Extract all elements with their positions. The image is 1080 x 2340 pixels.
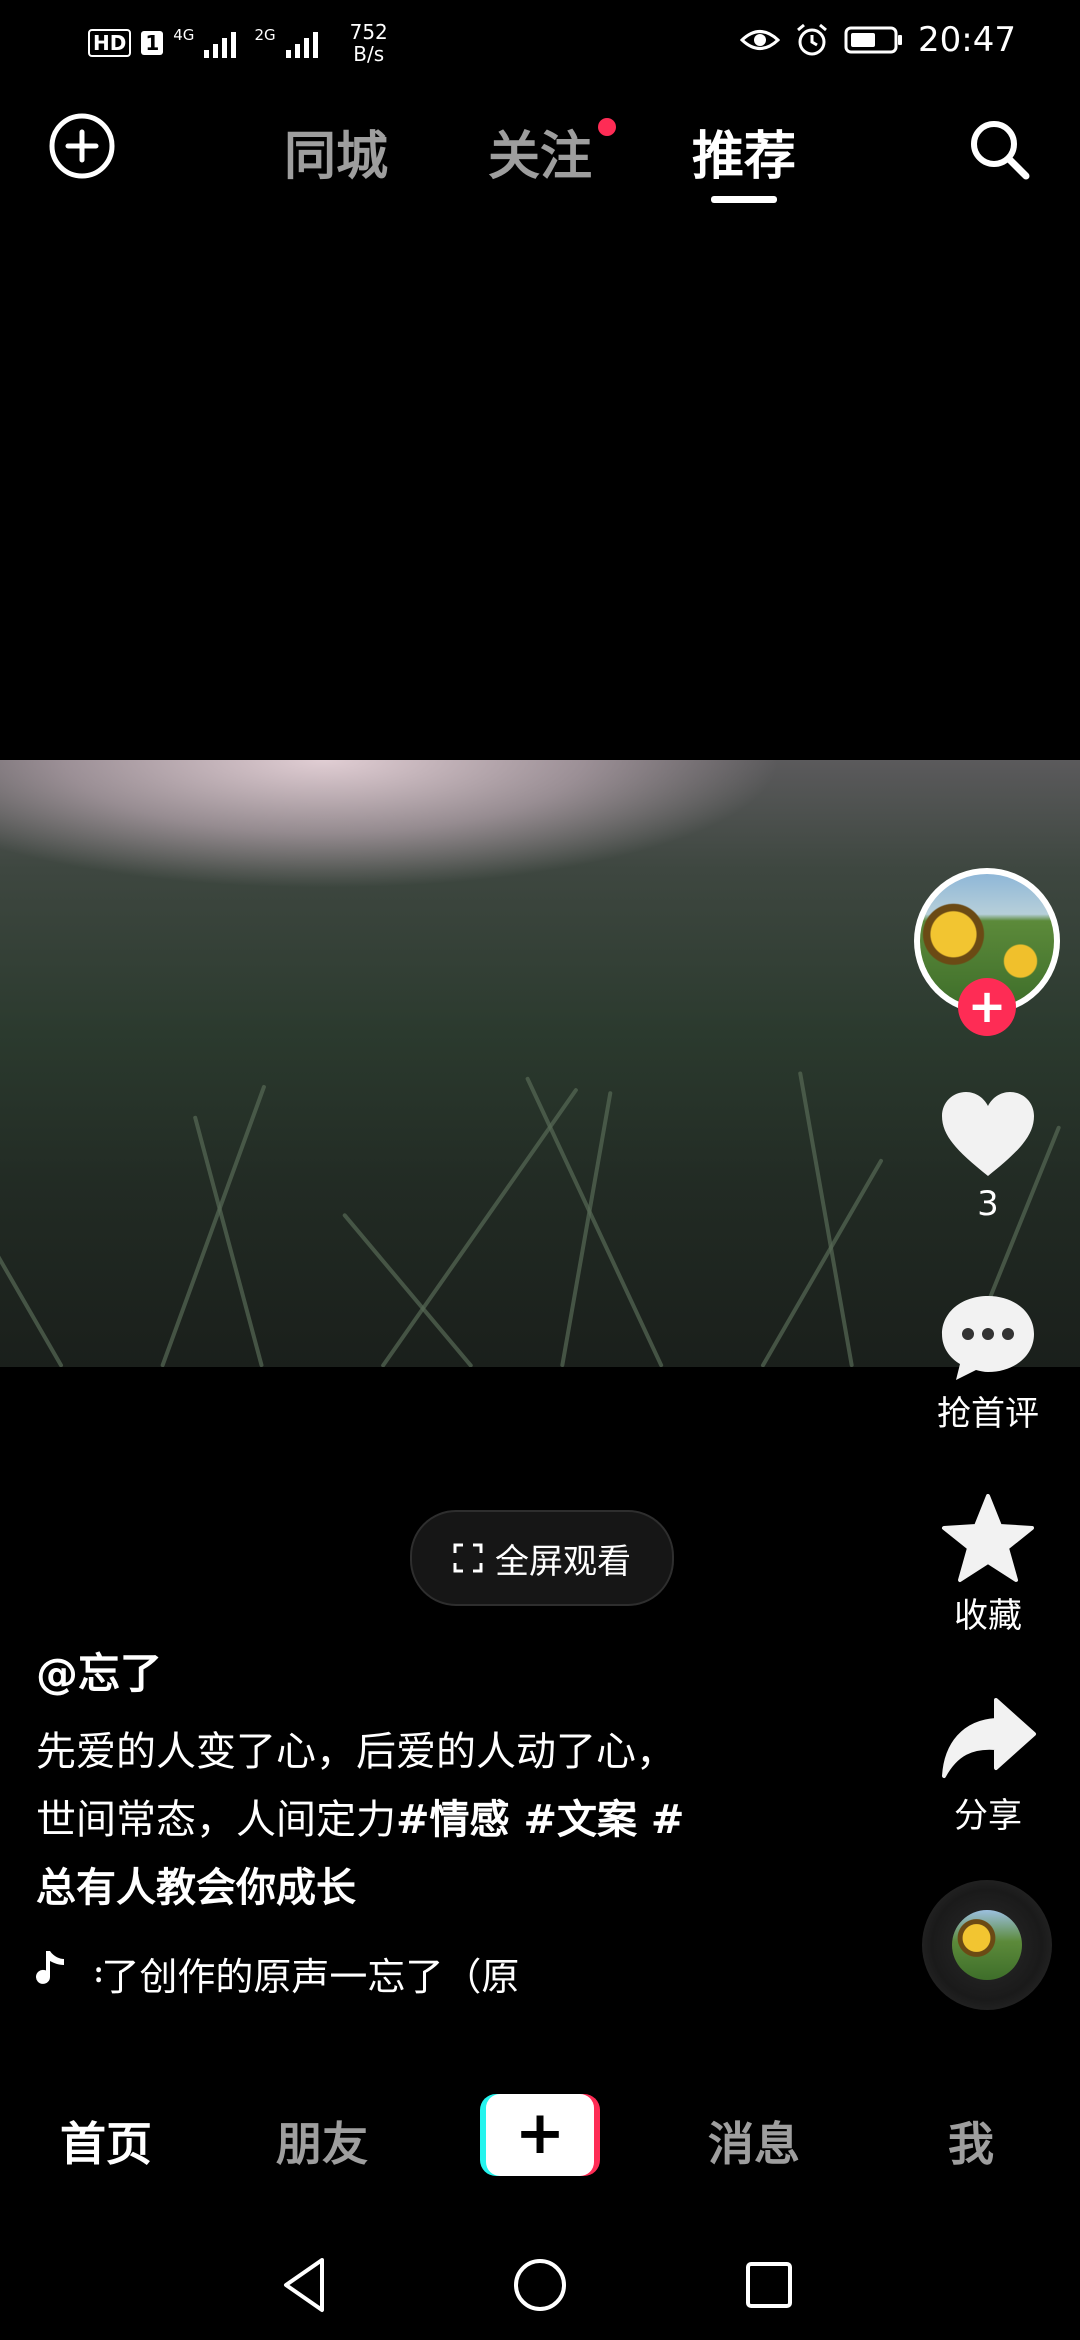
- signal-icon: [285, 32, 318, 58]
- heart-icon: [942, 1092, 1034, 1176]
- back-icon[interactable]: [272, 2250, 342, 2320]
- share-icon: [942, 1698, 1036, 1778]
- comment-label: 抢首评: [937, 1394, 1039, 1434]
- comment-button[interactable]: 抢首评: [920, 1292, 1056, 1435]
- status-left: HD 1 4G 2G 752 B/s: [88, 20, 388, 66]
- notification-dot: [598, 118, 616, 136]
- hd-badge: HD: [88, 29, 132, 57]
- nav-me[interactable]: 我: [948, 2108, 994, 2174]
- network-type-2: 2G: [254, 26, 276, 44]
- active-tab-indicator: [711, 196, 777, 203]
- caption-line-2-text: 世间常态，人间定力: [36, 1797, 396, 1843]
- caption-line-2: 世间常态，人间定力#情感 #文案 #: [36, 1786, 756, 1854]
- grass-blade: [524, 1076, 664, 1367]
- hashtag-group[interactable]: #情感 #文案 #: [396, 1797, 684, 1843]
- username[interactable]: @忘了: [36, 1640, 162, 1701]
- share-label: 分享: [954, 1796, 1022, 1836]
- like-count: 3: [977, 1184, 999, 1224]
- music-note-icon: [36, 1951, 64, 1984]
- like-button[interactable]: 3: [920, 1090, 1056, 1224]
- network-speed-unit: B/s: [353, 42, 385, 66]
- network-type-1: 4G: [173, 26, 195, 44]
- top-nav: 同城 关注 推荐: [0, 100, 1080, 210]
- star-icon: [942, 1494, 1034, 1582]
- nav-home[interactable]: 首页: [60, 2108, 152, 2174]
- bottom-nav: 首页 朋友 + 消息 我: [0, 2080, 1080, 2190]
- nav-friends[interactable]: 朋友: [276, 2108, 368, 2174]
- share-button[interactable]: 分享: [920, 1694, 1056, 1837]
- grass-blade: [0, 1175, 64, 1367]
- music-disc-cover: [952, 1910, 1022, 1980]
- music-row[interactable]: ᠄了创作的原声一忘了（原: [36, 1944, 626, 1999]
- video-player[interactable]: [0, 760, 1080, 1367]
- sim-badge: 1: [141, 31, 164, 55]
- nav-messages[interactable]: 消息: [708, 2108, 800, 2174]
- grass-blade: [341, 1212, 474, 1367]
- tab-local[interactable]: 同城: [284, 114, 388, 189]
- caption: 先爱的人变了心，后爱的人动了心， 世间常态，人间定力#情感 #文案 # 总有人教…: [36, 1718, 756, 1922]
- fullscreen-icon: [453, 1543, 483, 1573]
- fullscreen-button[interactable]: 全屏观看: [410, 1510, 674, 1606]
- comment-icon: [942, 1296, 1034, 1380]
- hashtag-growth[interactable]: 总有人教会你成长: [36, 1854, 756, 1922]
- music-title: ᠄了创作的原声一忘了（原: [86, 1955, 520, 1999]
- caption-line-1: 先爱的人变了心，后爱的人动了心，: [36, 1729, 676, 1775]
- signal-icon: [204, 32, 237, 58]
- status-right: 20:47: [740, 16, 1016, 64]
- system-navigation: [0, 2240, 1080, 2340]
- follow-button[interactable]: +: [958, 978, 1016, 1036]
- grass-blade: [192, 1115, 264, 1367]
- network-speed-value: 752: [349, 20, 388, 44]
- alarm-icon: [797, 23, 827, 56]
- search-icon[interactable]: [966, 116, 1032, 182]
- home-icon[interactable]: [505, 2250, 575, 2320]
- grass-blade: [560, 1090, 613, 1367]
- add-circle-icon[interactable]: [48, 112, 116, 180]
- recents-icon[interactable]: [734, 2250, 804, 2320]
- favorite-button[interactable]: 收藏: [920, 1494, 1056, 1637]
- eye-icon: [740, 30, 781, 50]
- plus-icon: +: [514, 2098, 566, 2168]
- create-button[interactable]: +: [480, 2094, 600, 2176]
- status-bar: HD 1 4G 2G 752 B/s 20:47: [0, 0, 1080, 80]
- fullscreen-label: 全屏观看: [495, 1541, 631, 1582]
- favorite-label: 收藏: [954, 1596, 1022, 1636]
- tab-recommended[interactable]: 推荐: [692, 114, 796, 189]
- music-disc[interactable]: [922, 1880, 1052, 2010]
- tab-following[interactable]: 关注: [488, 114, 592, 189]
- network-speed: 752 B/s: [350, 21, 388, 65]
- clock: 20:47: [918, 20, 1016, 60]
- battery-icon: [844, 26, 903, 54]
